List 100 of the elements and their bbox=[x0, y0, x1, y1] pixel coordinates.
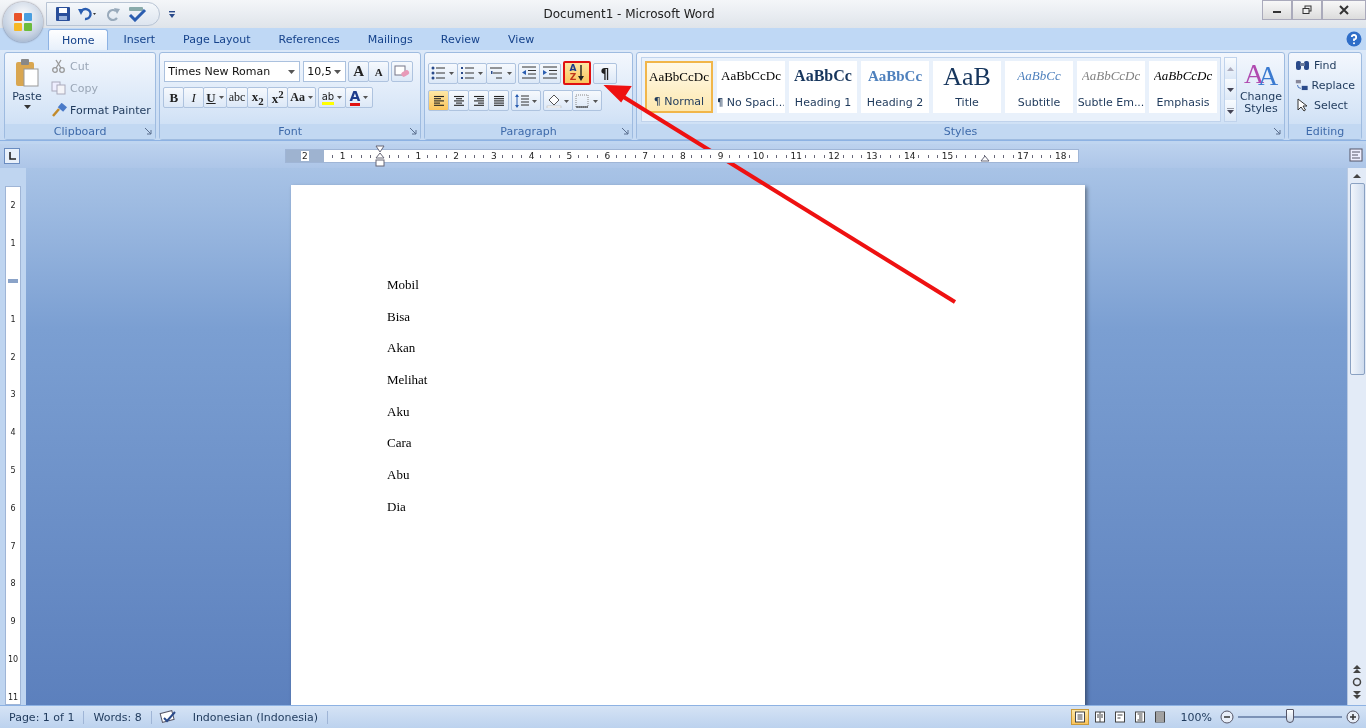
clipboard-icon bbox=[14, 58, 40, 88]
line-spacing-button[interactable] bbox=[511, 90, 541, 111]
align-icon bbox=[471, 94, 486, 107]
language-indicator[interactable]: Indonesian (Indonesia) bbox=[183, 710, 329, 724]
sort-button[interactable]: A Z bbox=[563, 61, 591, 85]
ribbon-tab[interactable]: Review bbox=[427, 29, 494, 50]
dialog-launcher-icon[interactable] bbox=[1273, 127, 1281, 135]
align-button[interactable] bbox=[428, 90, 449, 111]
font-color-button[interactable]: A bbox=[345, 87, 373, 108]
style-preset[interactable]: AaBbCcDc ¶ No Spaci... bbox=[717, 61, 785, 113]
style-preset[interactable]: AaBbCcDc ¶ Normal bbox=[645, 61, 713, 113]
show-formatting-button[interactable]: ¶ bbox=[593, 62, 617, 84]
editing-button[interactable]: Find bbox=[1295, 55, 1355, 75]
format-button[interactable]: I bbox=[183, 87, 205, 108]
style-preset[interactable]: AaBbCc Heading 1 bbox=[789, 61, 857, 113]
align-button[interactable] bbox=[448, 90, 469, 111]
format-button[interactable]: U bbox=[203, 87, 227, 108]
ruler-number: 11 bbox=[7, 692, 19, 702]
align-button[interactable] bbox=[488, 90, 509, 111]
numbering-button[interactable] bbox=[457, 62, 487, 84]
ruler-number: 7 bbox=[641, 151, 649, 161]
format-button[interactable]: x$^{2}$ bbox=[267, 87, 289, 108]
vertical-scrollbar[interactable] bbox=[1347, 168, 1366, 705]
align-icon bbox=[451, 94, 466, 107]
zoom-level[interactable]: 100% bbox=[1180, 710, 1212, 724]
ribbon-tab[interactable]: Page Layout bbox=[170, 29, 264, 50]
up-arrow-icon[interactable] bbox=[1352, 172, 1362, 180]
page-view-icon bbox=[1113, 711, 1126, 723]
font-size-field[interactable]: 10,5 bbox=[303, 61, 347, 82]
view-ruler-button[interactable] bbox=[1349, 148, 1363, 165]
previous-page-icon[interactable] bbox=[1352, 665, 1362, 673]
ribbon-tab[interactable]: Home bbox=[48, 29, 109, 50]
ruler-number: 17 bbox=[1016, 151, 1030, 161]
close-button[interactable] bbox=[1322, 0, 1366, 20]
shading-button[interactable] bbox=[543, 90, 573, 111]
down-arrow-icon bbox=[578, 65, 585, 81]
maximize-button[interactable] bbox=[1292, 0, 1322, 20]
align-button[interactable] bbox=[468, 90, 489, 111]
editing-button[interactable]: Select bbox=[1295, 95, 1355, 115]
editing-button[interactable]: Replace bbox=[1295, 75, 1355, 95]
page-view-icon bbox=[1073, 711, 1086, 723]
ruler-number: 1 bbox=[10, 239, 16, 249]
style-preset[interactable]: AaBbCc Subtitle bbox=[1005, 61, 1073, 113]
customize-toolbar-icon[interactable] bbox=[168, 9, 176, 19]
more-styles-button[interactable] bbox=[1225, 100, 1236, 121]
increase-indent-button[interactable] bbox=[539, 62, 561, 84]
multilevel-list-button[interactable] bbox=[486, 62, 516, 84]
view-button[interactable] bbox=[1070, 709, 1089, 725]
ribbon-tab[interactable]: Mailings bbox=[354, 29, 426, 50]
zoom-slider-thumb[interactable] bbox=[1286, 709, 1294, 723]
next-page-icon[interactable] bbox=[1352, 691, 1362, 699]
font-name-field[interactable]: Times New Roman bbox=[164, 61, 301, 82]
zoom-out-icon[interactable] bbox=[1220, 710, 1234, 724]
office-button[interactable] bbox=[3, 2, 43, 42]
clipboard-button[interactable]: Format Painter bbox=[51, 100, 151, 120]
borders-button[interactable] bbox=[572, 90, 602, 111]
spelling-check-icon[interactable] bbox=[127, 6, 147, 22]
style-preset[interactable]: AaBbCc Heading 2 bbox=[861, 61, 929, 113]
grow-font-button[interactable]: A bbox=[348, 61, 370, 82]
ribbon-tab[interactable]: References bbox=[265, 29, 353, 50]
style-preset[interactable]: AaBbCcDc Subtle Em... bbox=[1077, 61, 1145, 113]
text-highlight-button[interactable]: ab bbox=[318, 87, 346, 108]
right-indent-marker-icon[interactable] bbox=[980, 155, 991, 163]
ruler-number: 6 bbox=[10, 503, 16, 513]
office-logo-icon bbox=[12, 11, 34, 33]
style-preset[interactable]: AaBbCcDc Emphasis bbox=[1149, 61, 1217, 113]
dialog-launcher-icon[interactable] bbox=[621, 127, 629, 135]
format-button[interactable]: x$_{2}$ bbox=[247, 87, 269, 108]
help-icon[interactable] bbox=[1346, 31, 1362, 47]
dialog-launcher-icon[interactable] bbox=[144, 127, 153, 135]
ruler-number: 1 bbox=[10, 314, 16, 324]
document-line: Melihat bbox=[387, 372, 428, 389]
shrink-font-button[interactable]: A bbox=[368, 61, 390, 82]
minimize-button[interactable] bbox=[1262, 0, 1292, 20]
paint-bucket-icon bbox=[546, 93, 570, 108]
page-count[interactable]: Page: 1 of 1 bbox=[0, 710, 85, 724]
indent-marker-icon[interactable] bbox=[375, 145, 386, 167]
ribbon-tab[interactable]: Insert bbox=[110, 29, 169, 50]
ruler-number: 5 bbox=[10, 465, 16, 475]
save-icon[interactable] bbox=[55, 6, 71, 22]
undo-icon[interactable] bbox=[77, 6, 99, 22]
tab-selector-button[interactable] bbox=[4, 148, 20, 164]
word-count[interactable]: Words: 8 bbox=[84, 710, 152, 724]
select-browse-object-icon[interactable] bbox=[1352, 677, 1362, 687]
scrollbar-thumb[interactable] bbox=[1349, 183, 1365, 375]
ruler-number: 2 bbox=[10, 201, 16, 211]
paintbrush-icon bbox=[51, 103, 67, 117]
bullets-button[interactable] bbox=[428, 62, 458, 84]
document-line: Bisa bbox=[387, 308, 411, 325]
style-preset[interactable]: AaB Title bbox=[933, 61, 1001, 113]
decrease-indent-button[interactable] bbox=[518, 62, 540, 84]
zoom-in-icon[interactable] bbox=[1346, 710, 1360, 724]
format-button[interactable]: B bbox=[163, 87, 185, 108]
paste-button[interactable]: Paste bbox=[7, 56, 47, 121]
dialog-launcher-icon[interactable] bbox=[409, 127, 417, 135]
group-label: Font bbox=[278, 125, 303, 138]
format-button[interactable]: Aa bbox=[287, 87, 316, 108]
proofing-icon[interactable] bbox=[157, 710, 178, 724]
ribbon-tab[interactable]: View bbox=[495, 29, 548, 50]
left-tab-icon bbox=[7, 151, 17, 161]
